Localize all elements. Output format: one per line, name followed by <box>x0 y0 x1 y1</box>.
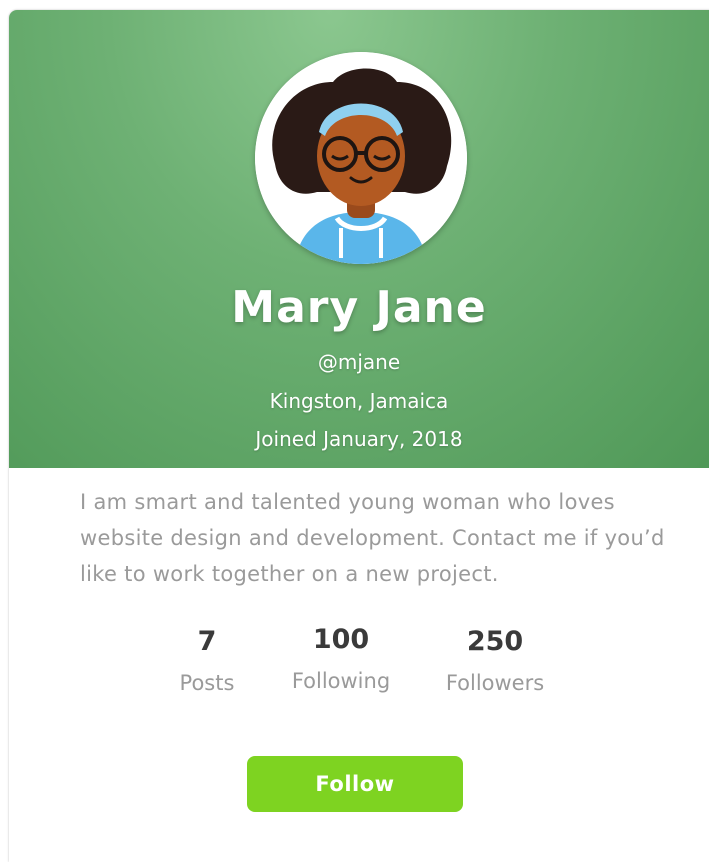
profile-bio: I am smart and talented young woman who … <box>80 490 665 586</box>
profile-header: Mary Jane @mjane Kingston, Jamaica Joine… <box>9 10 709 468</box>
profile-handle: @mjane <box>317 350 401 374</box>
follow-button[interactable]: Follow <box>247 756 463 812</box>
stat-following-label: Following <box>291 669 391 693</box>
stat-following-value: 100 <box>312 624 370 655</box>
profile-location: Kingston, Jamaica <box>269 389 449 413</box>
stat-followers-label: Followers <box>445 671 545 695</box>
avatar-illustration-icon <box>255 52 467 264</box>
profile-joined-date: Joined January, 2018 <box>255 427 463 451</box>
profile-name: Mary Jane <box>231 282 487 333</box>
stat-followers[interactable]: 250 Followers <box>415 626 575 695</box>
stat-following[interactable]: 100 Following <box>261 624 421 693</box>
avatar[interactable] <box>255 52 467 264</box>
stat-followers-value: 250 <box>466 626 524 657</box>
profile-card: Mary Jane @mjane Kingston, Jamaica Joine… <box>9 10 709 862</box>
